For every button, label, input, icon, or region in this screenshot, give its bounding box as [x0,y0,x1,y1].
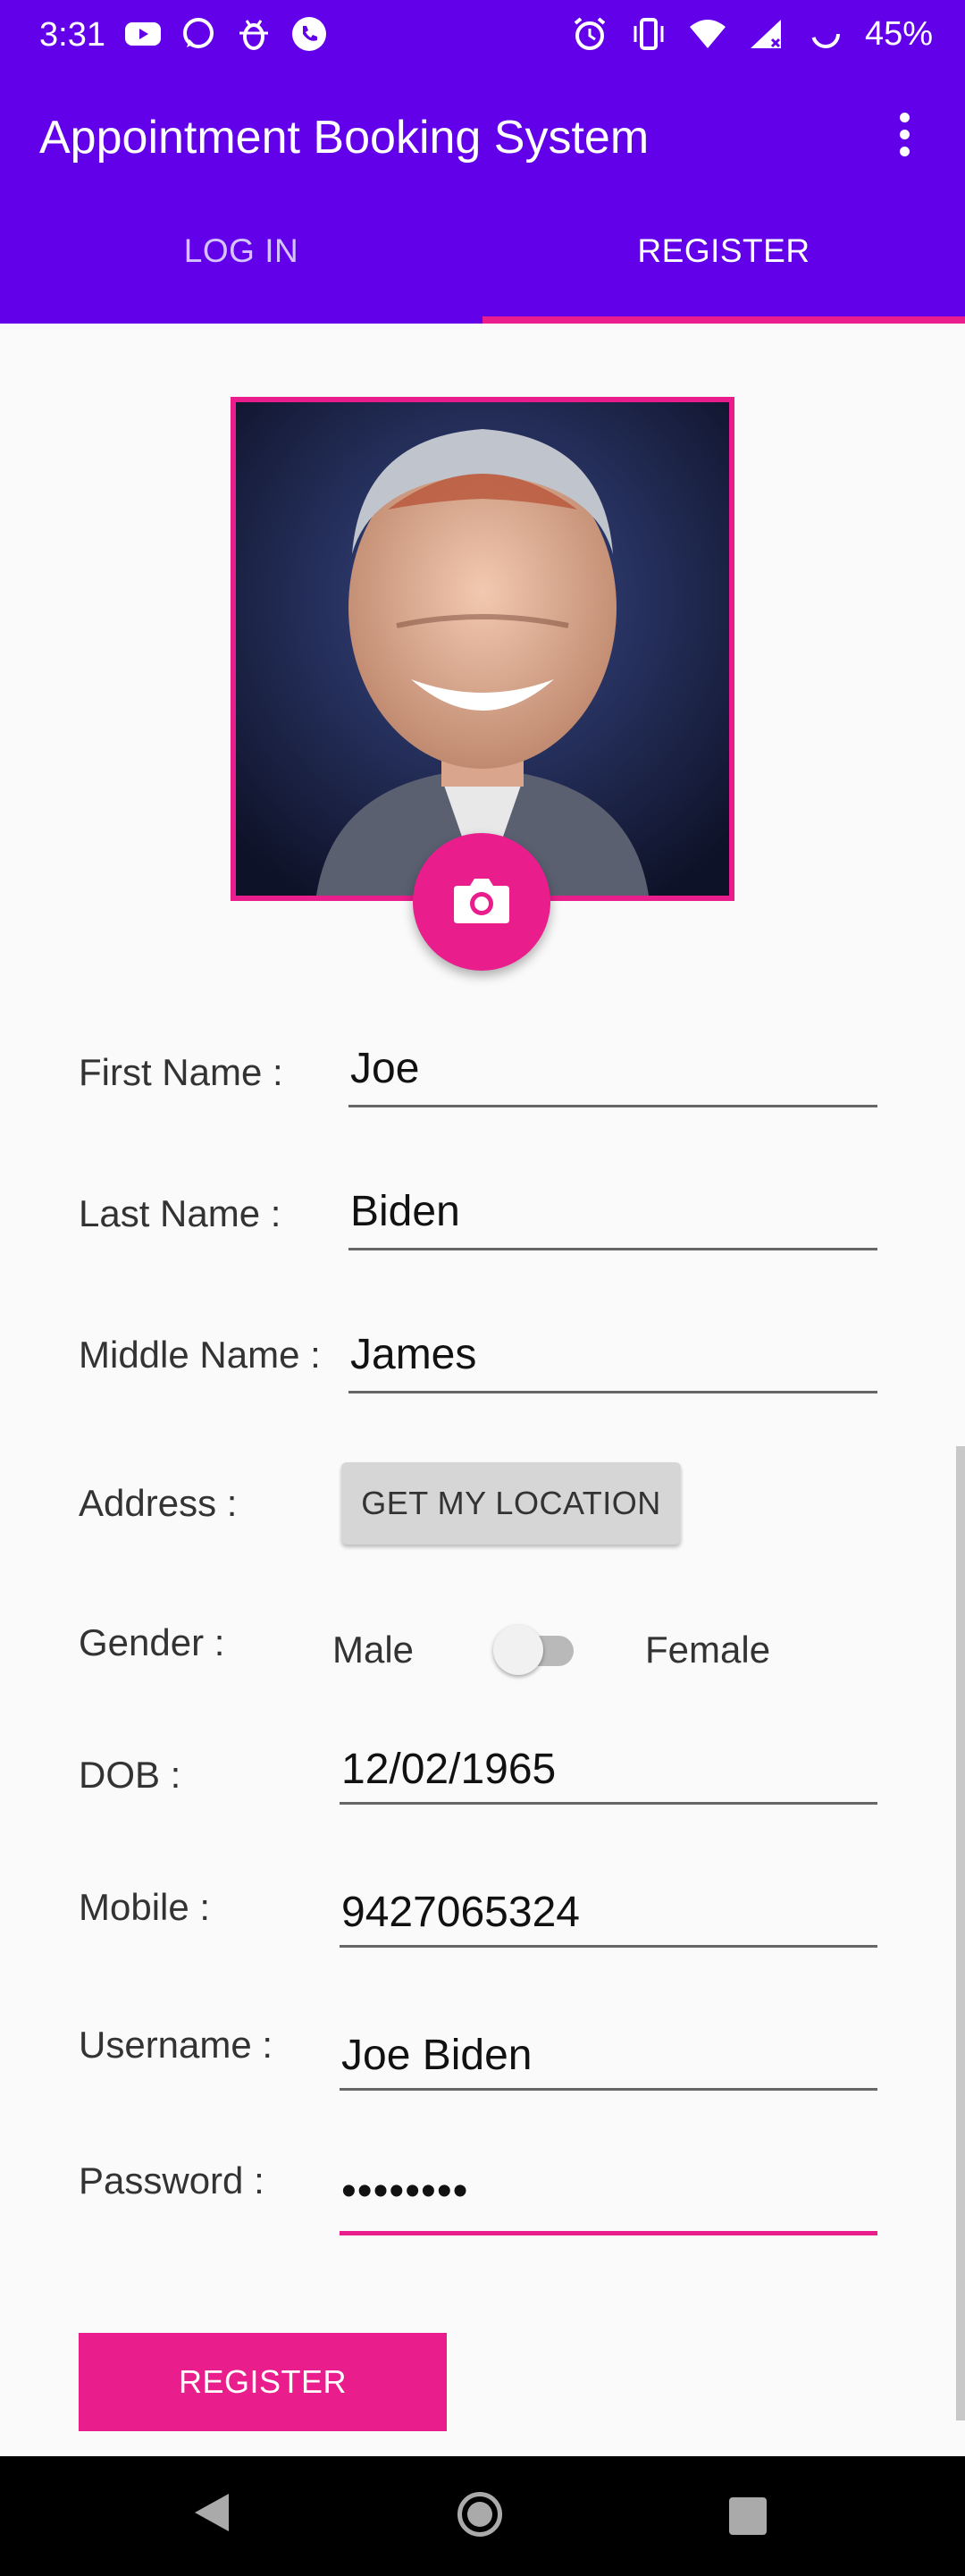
mobile-label: Mobile : [79,1886,211,1928]
home-icon[interactable] [457,2492,502,2537]
youtube-icon [123,14,163,54]
gender-label: Gender : [79,1621,225,1663]
gender-male-label: Male [332,1629,415,1671]
camera-icon [452,875,511,930]
middle-name-label: Middle Name : [79,1334,321,1376]
tab-register[interactable]: REGISTER [482,232,965,270]
first-name-underline [348,1105,877,1107]
navigation-bar [0,2456,965,2576]
username-label: Username : [79,2024,273,2066]
phone-icon [290,14,329,54]
tab-indicator [482,316,965,324]
password-field[interactable]: •••••••• [341,2167,468,2216]
password-label: Password : [79,2159,264,2201]
signal-icon [747,14,786,54]
alarm-icon [570,14,609,54]
register-button[interactable]: REGISTER [79,2333,447,2431]
app-title: Appointment Booking System [39,112,650,164]
app-bar: Appointment Booking System LOG IN REGIST… [0,73,965,324]
middle-name-field[interactable]: James [350,1330,476,1379]
dob-underline [340,1802,877,1805]
battery-icon [806,14,845,54]
vibrate-icon [629,14,668,54]
middle-name-underline [348,1391,877,1393]
mobile-underline [340,1945,877,1948]
username-underline [340,2088,877,2091]
username-field[interactable]: Joe Biden [341,2031,533,2080]
dob-field[interactable]: 12/02/1965 [341,1745,556,1794]
password-underline [340,2231,877,2235]
last-name-underline [348,1248,877,1250]
profile-photo [231,397,734,901]
last-name-field[interactable]: Biden [350,1187,460,1236]
last-name-label: Last Name : [79,1192,281,1234]
gender-switch-thumb[interactable] [493,1625,543,1675]
first-name-field[interactable]: Joe [350,1044,419,1093]
wifi-icon [688,14,727,54]
back-icon[interactable] [191,2490,232,2539]
portrait-photo [236,402,729,896]
battery-percent: 45% [864,14,933,53]
whatsapp-icon [179,14,218,54]
camera-button[interactable] [413,833,550,971]
status-time: 3:31 [39,16,105,54]
address-label: Address : [79,1482,238,1524]
mobile-field[interactable]: 9427065324 [341,1888,580,1937]
first-name-label: First Name : [79,1051,283,1093]
scrollbar[interactable] [956,1446,965,2420]
recents-icon[interactable] [729,2497,767,2535]
more-vert-icon[interactable] [894,113,915,166]
status-bar: 3:31 45% [0,0,965,73]
gender-female-label: Female [645,1629,771,1671]
notification-icons [123,14,329,54]
bug-icon [234,14,273,54]
tab-log-in[interactable]: LOG IN [0,232,482,270]
dob-label: DOB : [79,1754,181,1796]
get-my-location-button[interactable]: GET MY LOCATION [341,1462,681,1545]
system-icons: 45% [570,14,933,54]
